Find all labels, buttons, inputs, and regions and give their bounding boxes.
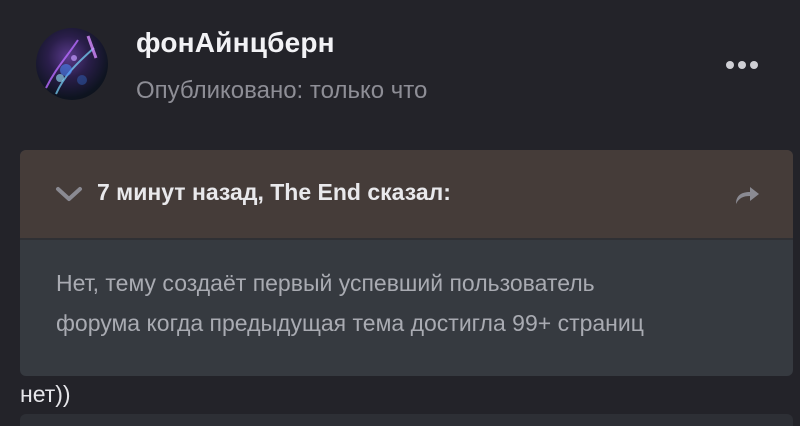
avatar[interactable] (36, 28, 108, 100)
more-options-button[interactable] (720, 50, 764, 80)
quote-header: 7 минут назад, The End сказал: (20, 150, 793, 240)
quote-block: 7 минут назад, The End сказал: Нет, тему… (20, 150, 793, 376)
quote-toggle-button[interactable] (54, 182, 84, 206)
quote-citation[interactable]: 7 минут назад, The End сказал: (97, 179, 451, 206)
chevron-down-icon (56, 187, 82, 201)
quote-line: форума когда предыдущая тема достигла 99… (56, 310, 644, 336)
next-post-edge (20, 414, 793, 426)
author-name[interactable]: фонАйнцберн (136, 27, 335, 59)
post-header: фонАйнцберн Опубликовано: только что (0, 0, 800, 140)
quote-body: Нет, тему создаёт первый успевший пользо… (56, 263, 776, 343)
go-to-quoted-post-button[interactable] (732, 182, 762, 208)
share-arrow-icon (736, 187, 759, 204)
post-text: нет)) (20, 381, 71, 407)
quote-line: Нет, тему создаёт первый успевший пользо… (56, 270, 595, 296)
ellipsis-icon (726, 61, 758, 69)
post-timestamp: Опубликовано: только что (136, 77, 428, 104)
